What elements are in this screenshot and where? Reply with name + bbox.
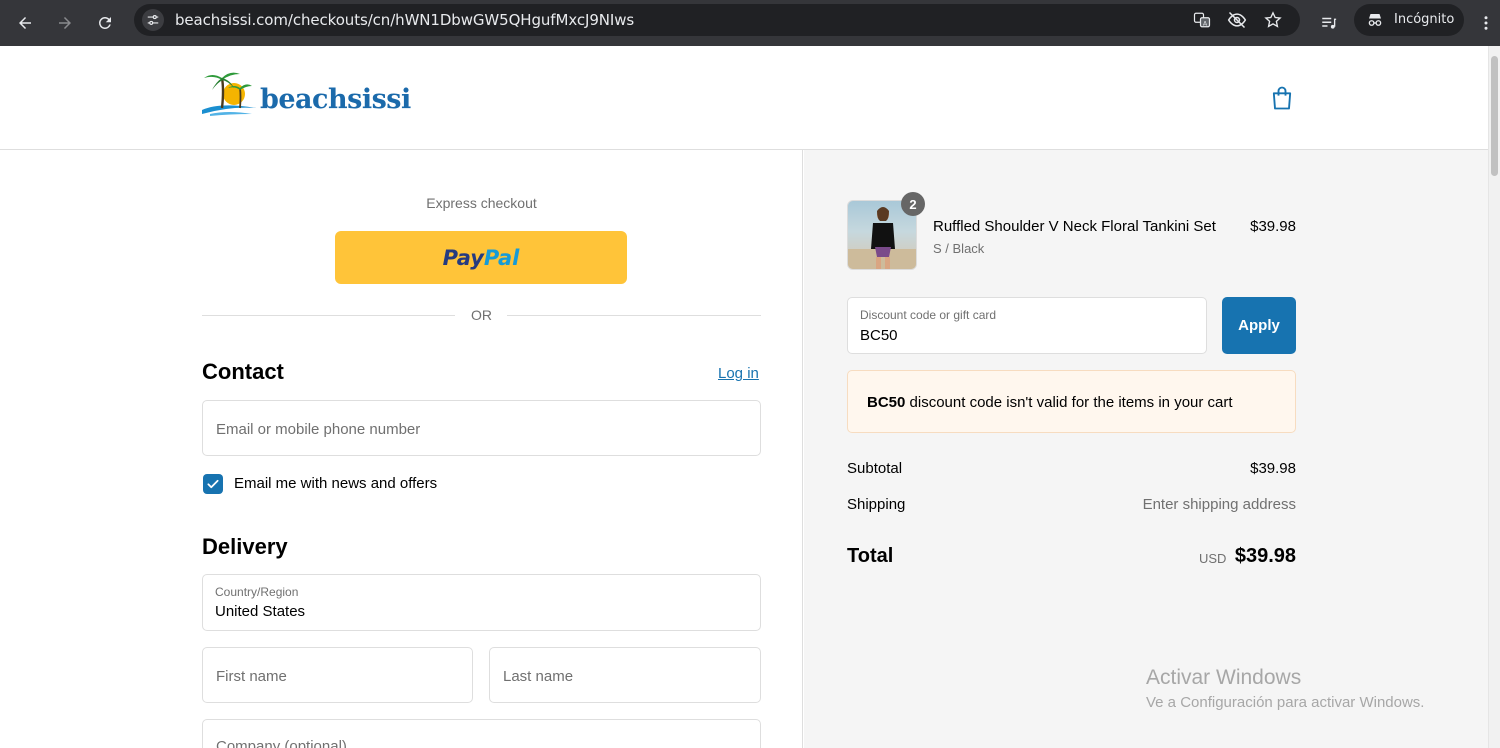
last-name-placeholder: Last name	[503, 668, 574, 685]
checkout-form-column: Express checkout Pay Pal OR Contact Log i…	[0, 150, 944, 748]
error-text: discount code isn't valid for the items …	[905, 394, 1233, 411]
scrollbar-thumb[interactable]	[1491, 56, 1498, 176]
order-summary: 2 Ruffled Shoulder V Neck Floral Tankini…	[804, 150, 1500, 748]
shopping-bag-icon	[1272, 86, 1292, 110]
more-vert-icon	[1484, 16, 1488, 30]
logo-text: beachsissi	[260, 84, 411, 115]
or-label: OR	[471, 307, 492, 323]
forward-button[interactable]	[50, 8, 80, 38]
company-field[interactable]: Company (optional)	[202, 719, 761, 748]
check-icon	[207, 479, 219, 489]
paypal-logo-part1: Pay	[442, 245, 484, 270]
contact-heading: Contact	[202, 359, 284, 384]
address-bar[interactable]: beachsissi.com/checkouts/cn/hWN1DbwGW5QH…	[134, 4, 1300, 36]
total-value: $39.98	[1234, 545, 1296, 567]
reload-button[interactable]	[90, 8, 120, 38]
subtotal-label: Subtotal	[847, 460, 903, 477]
product-name: Ruffled Shoulder V Neck Floral Tankini S…	[933, 218, 1216, 235]
shipping-value: Enter shipping address	[1142, 496, 1296, 513]
or-divider: OR	[202, 307, 761, 325]
express-checkout-label: Express checkout	[426, 195, 537, 211]
last-name-field[interactable]: Last name	[489, 647, 761, 703]
shipping-label: Shipping	[847, 496, 906, 513]
incognito-indicator[interactable]: Incógnito	[1354, 4, 1464, 36]
page-scrollbar[interactable]	[1488, 46, 1500, 748]
email-placeholder: Email or mobile phone number	[216, 421, 421, 438]
paypal-button[interactable]: Pay Pal	[335, 231, 627, 284]
country-select[interactable]: Country/Region United States	[202, 574, 944, 631]
email-field[interactable]: Email or mobile phone number	[202, 400, 761, 456]
windows-activation-text: Ve a Configuración para activar Windows.	[1146, 694, 1425, 711]
site-header: beachsissi	[0, 46, 1500, 150]
discount-value: BC50	[860, 327, 898, 344]
apply-discount-button[interactable]: Apply	[1222, 297, 1296, 354]
paypal-logo-part2: Pal	[483, 245, 520, 270]
news-checkbox[interactable]	[203, 474, 223, 494]
first-name-field[interactable]: First name	[202, 647, 473, 703]
reading-list-button[interactable]	[1314, 8, 1344, 38]
error-code: BC50	[867, 394, 906, 411]
discount-error-notice: BC50 discount code isn't valid for the i…	[847, 370, 1296, 433]
bookmark-star-icon[interactable]	[1263, 10, 1283, 30]
tune-icon	[147, 15, 159, 25]
site-info-button[interactable]	[142, 9, 164, 31]
news-checkbox-label: Email me with news and offers	[234, 475, 438, 492]
back-button[interactable]	[10, 8, 40, 38]
cart-button[interactable]	[1268, 84, 1296, 112]
site-logo[interactable]: beachsissi	[200, 70, 425, 120]
arrow-right-icon	[59, 17, 71, 29]
subtotal-value: $39.98	[1250, 460, 1296, 477]
delivery-heading: Delivery	[202, 534, 288, 559]
total-label: Total	[847, 545, 894, 567]
total-currency: USD	[1199, 551, 1227, 566]
incognito-label: Incógnito	[1394, 12, 1455, 27]
first-name-placeholder: First name	[216, 668, 287, 685]
discount-label: Discount code or gift card	[860, 308, 997, 322]
country-value: United States	[215, 603, 306, 620]
queue-music-icon	[1322, 17, 1337, 29]
country-label: Country/Region	[215, 585, 299, 599]
login-link[interactable]: Log in	[718, 365, 759, 382]
windows-activation-title: Activar Windows	[1146, 666, 1302, 689]
browser-menu-button[interactable]	[1474, 8, 1498, 38]
discount-code-field[interactable]: Discount code or gift card BC50	[847, 297, 1207, 354]
reload-icon	[98, 16, 111, 29]
discount-error-message: BC50 discount code isn't valid for the i…	[867, 394, 1233, 411]
browser-toolbar: beachsissi.com/checkouts/cn/hWN1DbwGW5QH…	[0, 0, 1500, 46]
incognito-icon	[1368, 14, 1382, 26]
url-text: beachsissi.com/checkouts/cn/hWN1DbwGW5QH…	[175, 11, 635, 29]
product-variant: S / Black	[933, 241, 985, 256]
company-placeholder: Company (optional)	[216, 738, 347, 748]
palm-tree-logo-icon	[202, 72, 256, 116]
eye-off-icon[interactable]	[1227, 10, 1247, 30]
translate-icon[interactable]: A	[1192, 10, 1212, 30]
product-price: $39.98	[1250, 218, 1296, 235]
quantity-badge: 2	[901, 192, 925, 216]
arrow-left-icon	[19, 17, 31, 29]
